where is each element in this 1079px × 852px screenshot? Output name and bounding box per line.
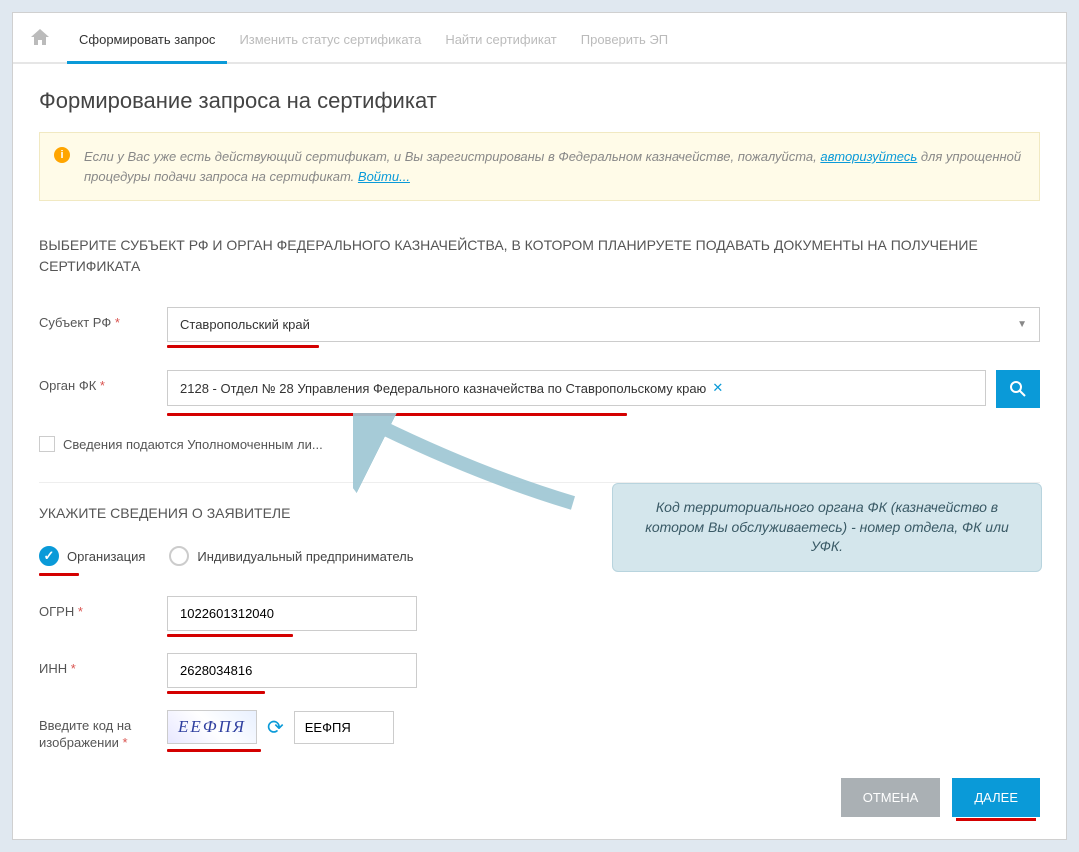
radio-org-label: Организация [67, 549, 145, 564]
tabs-nav: Сформировать запрос Изменить статус серт… [13, 13, 1066, 64]
chevron-down-icon: ▼ [1017, 319, 1027, 330]
highlight-mark [167, 691, 265, 694]
inn-input[interactable] [167, 653, 417, 688]
organ-input[interactable]: 2128 - Отдел № 28 Управления Федеральног… [167, 370, 986, 406]
alert-text-1: Если у Вас уже есть действующий сертифик… [84, 149, 820, 164]
highlight-mark [167, 413, 627, 416]
inn-label: ИНН * [39, 653, 155, 678]
captcha-label: Введите код на изображении * [39, 710, 155, 752]
tab-form-request[interactable]: Сформировать запрос [67, 14, 227, 64]
login-link[interactable]: Войти... [358, 169, 410, 184]
radio-ip[interactable] [169, 546, 189, 566]
captcha-image: ЕЕФПЯ [167, 710, 257, 744]
subject-select[interactable]: Ставропольский край ▼ [167, 307, 1040, 342]
ogrn-label: ОГРН * [39, 596, 155, 621]
highlight-mark [956, 818, 1036, 821]
auth-link[interactable]: авторизуйтесь [820, 149, 917, 164]
info-icon: i [54, 147, 70, 163]
page-title: Формирование запроса на сертификат [39, 88, 1040, 114]
highlight-mark [39, 573, 79, 576]
subject-label: Субъект РФ * [39, 307, 155, 332]
radio-ip-label: Индивидуальный предприниматель [197, 549, 413, 564]
tab-change-status[interactable]: Изменить статус сертификата [227, 14, 433, 64]
captcha-input[interactable] [294, 711, 394, 744]
callout-tooltip: Код территориального органа ФК (казначей… [612, 483, 1042, 572]
next-button[interactable]: ДАЛЕЕ [952, 778, 1040, 817]
info-alert: i Если у Вас уже есть действующий сертиф… [39, 132, 1040, 201]
subject-value: Ставропольский край [180, 317, 310, 332]
tab-verify-ep[interactable]: Проверить ЭП [569, 14, 680, 64]
clear-token-icon[interactable]: ✕ [712, 380, 723, 396]
search-button[interactable] [996, 370, 1040, 408]
cancel-button[interactable]: ОТМЕНА [841, 778, 941, 817]
section1-title: ВЫБЕРИТЕ СУБЪЕКТ РФ И ОРГАН ФЕДЕРАЛЬНОГО… [39, 235, 1040, 277]
search-icon [1009, 380, 1027, 398]
home-icon[interactable] [31, 13, 49, 62]
authorized-checkbox[interactable] [39, 436, 55, 452]
authorized-label: Сведения подаются Уполномоченным ли... [63, 437, 323, 452]
organ-token: 2128 - Отдел № 28 Управления Федеральног… [180, 381, 706, 396]
highlight-mark [167, 345, 319, 348]
refresh-icon[interactable]: ⟳ [267, 715, 284, 740]
radio-organization[interactable] [39, 546, 59, 566]
highlight-mark [167, 749, 261, 752]
organ-label: Орган ФК * [39, 370, 155, 395]
highlight-mark [167, 634, 293, 637]
tab-find-cert[interactable]: Найти сертификат [433, 14, 568, 64]
ogrn-input[interactable] [167, 596, 417, 631]
